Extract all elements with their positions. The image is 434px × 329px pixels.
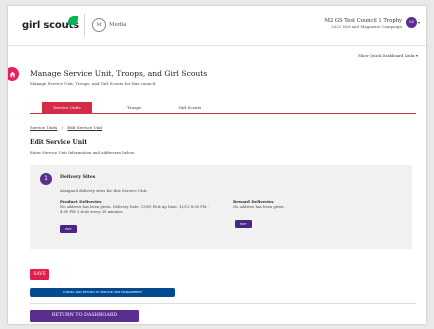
campaign-name: 2022 Nut and Magazine Campaign (331, 24, 402, 29)
chevron-down-icon: ▾ (416, 53, 418, 58)
product-deliveries: Product Deliveries No address has been g… (60, 199, 215, 216)
save-button[interactable]: SAVE (30, 269, 49, 280)
breadcrumb-separator: / (61, 125, 63, 130)
m-media-label: Media (109, 22, 127, 28)
chevron-down-icon: ▾ (417, 20, 420, 25)
page-title: Manage Service Unit, Troops, and Girl Sc… (30, 69, 208, 78)
return-to-dashboard-button[interactable]: RETURN TO DASHBOARD (30, 310, 139, 322)
user-menu[interactable]: GS ▾ (405, 17, 420, 28)
girl-scouts-logo[interactable]: girl scouts (22, 16, 79, 31)
delivery-sites-title: Delivery Sites (60, 175, 96, 180)
m-media-logo[interactable]: M Media (92, 18, 126, 32)
delivery-sites-subtitle: Assigned delivery sites for this Service… (60, 188, 148, 193)
section-subtitle: Enter Service Unit Information and addre… (30, 150, 136, 155)
section-title: Edit Service Unit (30, 139, 88, 146)
header-divider (84, 14, 85, 36)
edit-product-deliveries-button[interactable]: EDIT (60, 225, 77, 233)
quick-dashboard-links-toggle[interactable]: Show Quick Dashboard Links ▾ (358, 53, 418, 58)
cancel-button[interactable]: CANCEL AND RETURN TO SERVICE UNIT MANAGE… (30, 288, 175, 297)
quick-links-label: Show Quick Dashboard Links (358, 53, 415, 58)
tab-troops[interactable]: Troops (123, 102, 145, 113)
tab-girl-scouts[interactable]: Girl Scouts (175, 102, 205, 113)
top-header: girl scouts M Media M2 GS Test Council 1… (8, 6, 426, 46)
tab-service-units[interactable]: Service Units (42, 102, 92, 113)
home-icon[interactable] (8, 67, 19, 81)
breadcrumb: Service Units / Edit Service Unit (30, 125, 102, 130)
step-number-badge: 1 (40, 173, 52, 185)
page: girl scouts M Media M2 GS Test Council 1… (8, 6, 426, 324)
product-deliveries-text: No address has been given. Delivery Date… (60, 205, 209, 215)
page-subtitle: Manage Service Unit, Troops, and Girl Sc… (30, 81, 157, 86)
reward-deliveries: Reward Deliveries No address has been gi… (233, 199, 353, 210)
delivery-sites-panel: 1 Delivery Sites Assigned delivery sites… (30, 165, 412, 249)
breadcrumb-service-units[interactable]: Service Units (30, 125, 57, 130)
divider (30, 303, 416, 304)
council-info: M2 GS Test Council 1 Trophy 2022 Nut and… (325, 18, 402, 30)
avatar: GS (405, 17, 417, 28)
m-media-monogram-icon: M (92, 18, 106, 32)
edit-reward-deliveries-button[interactable]: EDIT (235, 220, 252, 228)
breadcrumb-edit-service-unit[interactable]: Edit Service Unit (67, 125, 102, 130)
reward-deliveries-text: No address has been given. (233, 205, 285, 209)
tab-bar: Service Units Troops Girl Scouts (30, 102, 416, 114)
